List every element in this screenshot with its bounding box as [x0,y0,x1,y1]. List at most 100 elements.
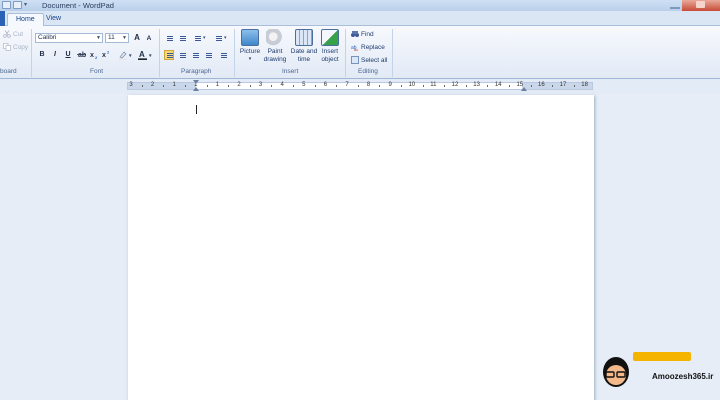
ruler-number: 2 [150,82,155,88]
underline-button[interactable]: U [63,50,73,60]
lines-glyph [167,53,173,59]
binoculars-icon [351,30,359,38]
qat-dropdown-icon[interactable]: ▾ [24,1,30,9]
ruler-tick [422,85,424,87]
superscript-icon[interactable]: x2 [102,50,112,60]
replace-icon: ab ac [351,43,359,52]
picture-icon [241,29,259,46]
scissors-icon [3,30,11,38]
insert-object-button[interactable]: Insert object [319,29,341,63]
select-all-icon [351,56,359,64]
replace-label: Replace [361,43,385,51]
ruler-number: 5 [302,82,306,88]
window-title: Document - WordPad [42,1,114,10]
lines-glyph [195,36,201,42]
font-family-select[interactable]: Calibri ▼ [35,33,103,43]
close-button[interactable] [682,0,720,11]
date-time-button[interactable]: Date and time [290,29,318,63]
document-page[interactable] [128,95,594,400]
svg-text:A: A [139,50,145,59]
ruler-tick [228,85,230,87]
strikethrough-icon[interactable]: ab [76,50,86,60]
copy-button[interactable]: Copy [3,43,28,51]
decrease-indent-icon[interactable] [164,33,174,43]
ruler[interactable]: 3 2 1 1 1 2 3 4 5 6 7 8 9 10 11 12 13 14 15 16 17 18 [127,80,593,91]
ruler-tick [357,85,359,87]
align-center-icon[interactable] [177,50,187,60]
svg-text:2: 2 [107,50,110,55]
ruler-number: 1 [172,82,176,88]
italic-button[interactable]: I [50,50,60,60]
paint-palette-icon [266,29,284,46]
svg-text:x: x [102,52,106,59]
increase-indent-icon[interactable] [177,33,187,43]
ruler-number: 14 [494,82,502,88]
svg-text:▾: ▾ [148,53,152,59]
bold-button[interactable]: B [37,50,47,60]
lines-glyph [167,36,173,42]
grow-font-button[interactable]: A [132,33,142,43]
paint-drawing-button[interactable]: Paint drawing [262,29,288,63]
lines-glyph [206,53,212,59]
undo-icon[interactable] [13,1,22,9]
font-size-select[interactable]: 11 ▼ [105,33,129,43]
highlight-color-icon[interactable]: ▾ [118,50,134,60]
paint-label-2: drawing [263,55,287,63]
lines-glyph [216,36,222,42]
bullet-list-icon[interactable]: ▾ [192,33,210,43]
insert-group-label: Insert [282,68,299,75]
ruler-tick [573,85,575,87]
watermark-site: Amoozesh365.ir [652,372,714,381]
lines-glyph [180,36,186,42]
maximize-button[interactable] [670,2,680,9]
align-right-icon[interactable] [190,50,200,60]
justify-icon[interactable] [203,50,213,60]
picture-label: Picture [239,48,261,55]
ruler-tick [530,85,532,87]
ruler-number: 10 [408,82,416,88]
subscript-icon[interactable]: x2 [90,50,100,60]
date-label-1: Date and [290,48,318,55]
save-icon[interactable] [2,1,11,9]
paragraph-settings-icon[interactable] [218,50,228,60]
find-button[interactable]: Find [351,30,374,38]
ruler-tick [336,85,338,87]
ruler-tick [249,85,251,87]
first-line-indent-marker[interactable] [193,80,199,84]
close-icon [696,1,705,8]
shrink-font-button[interactable]: A [144,34,154,44]
picture-button[interactable]: Picture ▾ [238,29,262,63]
left-indent-marker[interactable] [193,87,199,91]
chevron-down-icon: ▼ [122,35,127,41]
ruler-tick [163,85,165,87]
ruler-tick [444,85,446,87]
ruler-number: 4 [280,82,284,88]
ruler-number: 11 [430,82,437,88]
lines-glyph [193,53,199,59]
line-spacing-icon[interactable]: ▾ [213,33,231,43]
replace-button[interactable]: ab ac Replace [351,43,385,53]
svg-text:ab: ab [78,52,86,59]
font-color-icon[interactable]: A ▾ [138,50,154,60]
application-menu-button[interactable] [0,11,5,26]
ruler-tick [206,85,208,87]
ruler-number: 9 [388,82,392,88]
watermark-logo: Amoozesh365.ir [602,348,714,390]
select-all-button[interactable]: Select all [351,56,387,64]
cut-button[interactable]: Cut [3,30,23,38]
paragraph-group-label: Paragraph [181,68,212,75]
ruler-tick [401,85,402,87]
ruler-number: 1 [215,82,220,88]
ruler-number: 16 [538,82,545,88]
svg-text:ac: ac [354,47,358,51]
chevron-down-icon: ▾ [224,35,227,41]
object-icon [321,29,339,46]
tab-view[interactable]: View [38,13,69,26]
title-bar: ▾ Document - WordPad [0,0,720,11]
align-left-icon[interactable] [164,50,174,60]
ruler-tick [379,85,381,87]
select-all-label: Select all [361,56,388,64]
right-indent-marker[interactable] [521,87,527,91]
svg-text:2: 2 [95,55,98,59]
copy-icon [3,43,11,51]
